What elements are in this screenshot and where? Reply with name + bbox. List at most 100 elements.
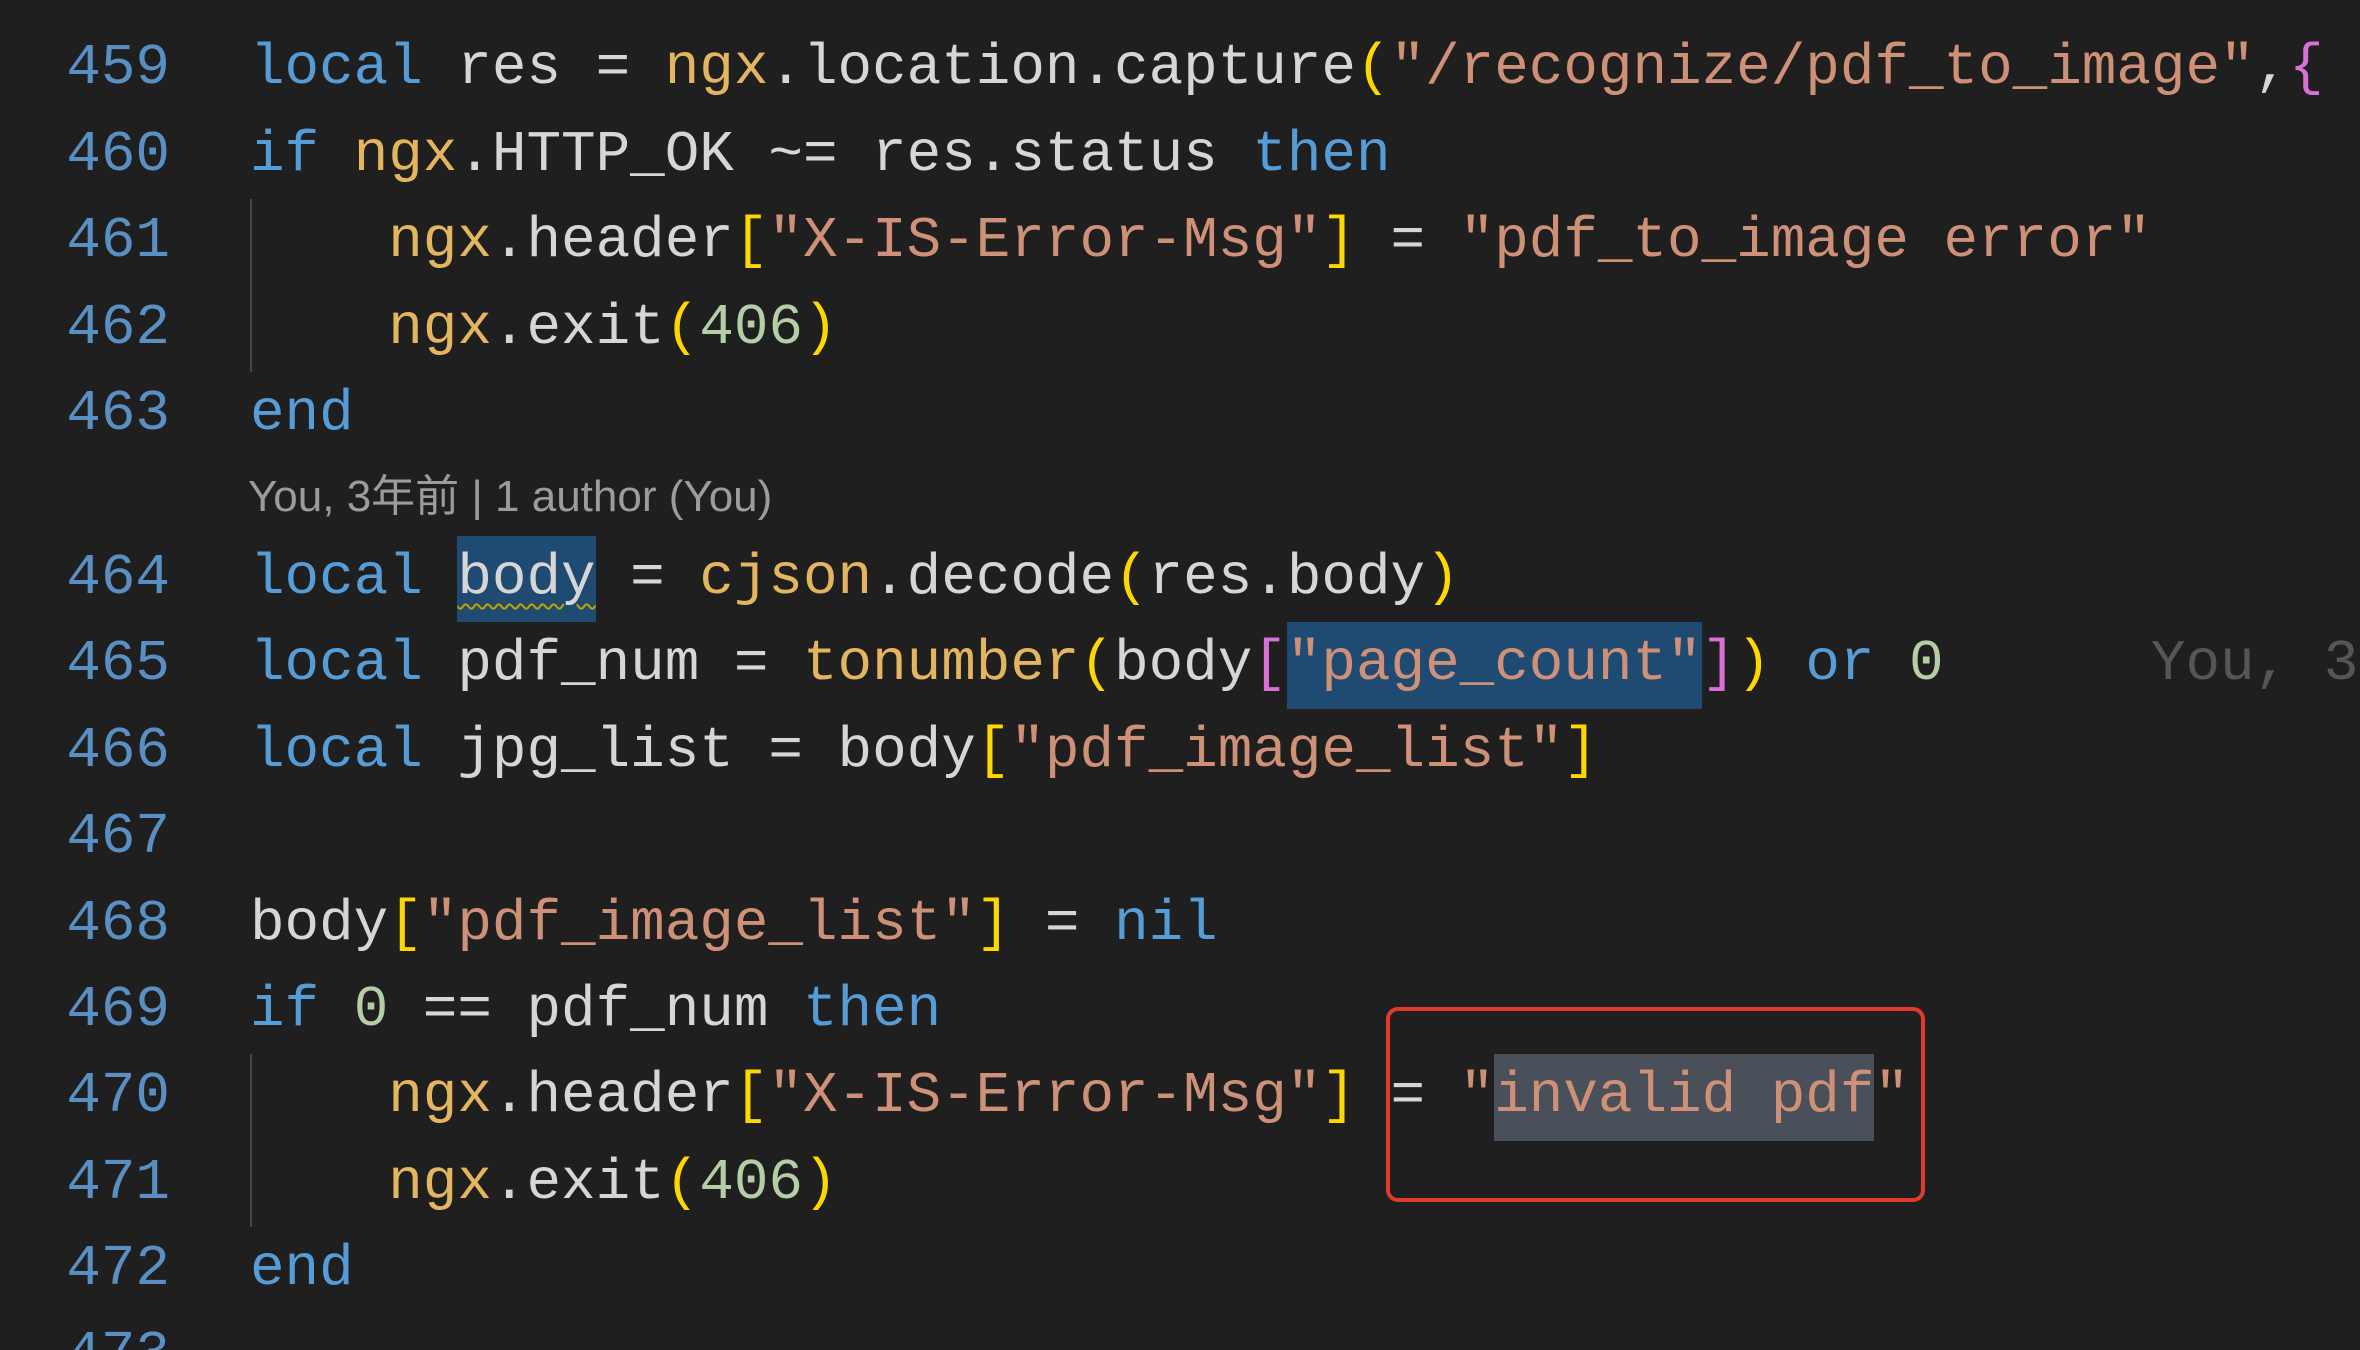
word-highlight-token[interactable]: "page_count"	[1286, 622, 1702, 709]
token-number[interactable]: 0	[1909, 632, 1944, 697]
code-line[interactable]: 473	[0, 1313, 2360, 1350]
line-number[interactable]: 465	[0, 622, 170, 708]
token-bracket-1[interactable]: [	[734, 1064, 769, 1129]
token-bracket-1[interactable]: [	[734, 209, 769, 274]
token-text[interactable]: =	[596, 546, 700, 611]
token-text[interactable]: =	[1356, 1064, 1460, 1129]
word-highlight-token[interactable]: body	[457, 535, 596, 623]
code-line[interactable]: 458	[0, 0, 2360, 26]
token-text[interactable]: jpg_list = body	[423, 719, 975, 784]
token-text[interactable]: pdf_num =	[423, 632, 803, 697]
token-text[interactable]: .exit	[492, 296, 665, 361]
token-text[interactable]: =	[1356, 209, 1460, 274]
token-bracket-1[interactable]: [	[388, 892, 423, 957]
code-editor[interactable]: 458459 local res = ngx.location.capture("…	[0, 0, 2360, 1350]
token-string[interactable]: "	[1874, 1064, 1909, 1129]
line-number[interactable]: 467	[0, 795, 170, 881]
token-text[interactable]: .exit	[492, 1151, 665, 1216]
code-line[interactable]: 461 ngx.header["X-IS-Error-Msg"] = "pdf_…	[0, 199, 2360, 285]
token-keyword[interactable]: if	[250, 978, 319, 1043]
code-line[interactable]: 464 local body = cjson.decode(res.body)	[0, 535, 2360, 623]
token-bracket-2[interactable]: [	[1252, 632, 1287, 697]
token-bracket-1[interactable]: )	[803, 1151, 838, 1216]
line-code[interactable]: end	[250, 1227, 354, 1313]
code-line[interactable]: 460 if ngx.HTTP_OK ~= res.status then	[0, 113, 2360, 199]
token-keyword[interactable]: nil	[1114, 892, 1218, 957]
token-bracket-1[interactable]: (	[1114, 546, 1149, 611]
token-bracket-1[interactable]: ]	[976, 892, 1011, 957]
token-text[interactable]: == pdf_num	[388, 978, 803, 1043]
line-code[interactable]: local res = ngx.location.capture("/recog…	[250, 26, 2324, 112]
token-keyword[interactable]: local	[250, 36, 423, 101]
line-number[interactable]: 458	[0, 0, 170, 26]
token-text[interactable]	[319, 978, 354, 1043]
line-number[interactable]: 463	[0, 372, 170, 458]
token-text[interactable]: =	[1010, 892, 1114, 957]
code-line[interactable]: 470 ngx.header["X-IS-Error-Msg"] = "inva…	[0, 1054, 2360, 1141]
token-global[interactable]: ngx	[354, 123, 458, 188]
selection-highlight-token[interactable]: invalid pdf	[1494, 1054, 1875, 1141]
code-line[interactable]: 462 ngx.exit(406)	[0, 286, 2360, 372]
code-line[interactable]: 469 if 0 == pdf_num then	[0, 968, 2360, 1054]
token-keyword[interactable]: end	[250, 1237, 354, 1302]
token-text[interactable]: .header	[492, 209, 734, 274]
code-line[interactable]: 467	[0, 795, 2360, 881]
line-number[interactable]: 466	[0, 709, 170, 795]
line-number[interactable]: 462	[0, 286, 170, 372]
token-text[interactable]: body	[1114, 632, 1252, 697]
token-bracket-1[interactable]: ]	[1563, 719, 1598, 784]
token-number[interactable]: 406	[699, 296, 803, 361]
line-number[interactable]: 468	[0, 882, 170, 968]
token-text[interactable]: body	[250, 892, 388, 957]
token-bracket-1[interactable]: (	[1080, 632, 1115, 697]
code-line[interactable]: 465 local pdf_num = tonumber(body["page_c…	[0, 622, 2360, 709]
token-string[interactable]: "pdf_image_list"	[1010, 719, 1563, 784]
token-bracket-1[interactable]: (	[665, 1151, 700, 1216]
line-code[interactable]: ngx.header["X-IS-Error-Msg"] = "invalid …	[250, 1054, 1909, 1141]
token-text[interactable]: res.body	[1149, 546, 1426, 611]
token-keyword[interactable]: then	[803, 978, 941, 1043]
token-keyword[interactable]: local	[250, 546, 423, 611]
line-code[interactable]: local body = cjson.decode(res.body)	[250, 535, 1460, 623]
token-global[interactable]: ngx	[665, 36, 769, 101]
token-string[interactable]: "/recognize/pdf_to_image"	[1391, 36, 2255, 101]
code-line[interactable]: 471 ngx.exit(406)	[0, 1141, 2360, 1227]
line-number[interactable]: 470	[0, 1054, 170, 1140]
token-text[interactable]	[1771, 632, 1806, 697]
token-number[interactable]: 0	[354, 978, 389, 1043]
token-global[interactable]: cjson	[699, 546, 872, 611]
token-bracket-1[interactable]: (	[1356, 36, 1391, 101]
token-global[interactable]: ngx	[388, 1064, 492, 1129]
line-code[interactable]: local pdf_num = tonumber(body["page_coun…	[250, 622, 2358, 709]
line-number[interactable]: 460	[0, 113, 170, 199]
token-bracket-2[interactable]: ]	[1702, 632, 1737, 697]
line-number[interactable]: 459	[0, 26, 170, 112]
token-keyword[interactable]: local	[250, 719, 423, 784]
code-line[interactable]: 472 end	[0, 1227, 2360, 1313]
token-string[interactable]: "	[1460, 1064, 1495, 1129]
token-text[interactable]: ,	[2255, 36, 2290, 101]
token-global[interactable]: ngx	[388, 209, 492, 274]
line-number[interactable]: 471	[0, 1141, 170, 1227]
line-number[interactable]: 472	[0, 1227, 170, 1313]
token-global[interactable]: ngx	[388, 1151, 492, 1216]
token-bracket-2[interactable]: {	[2289, 36, 2324, 101]
line-number[interactable]: 473	[0, 1313, 170, 1350]
token-bracket-1[interactable]: ]	[1321, 209, 1356, 274]
line-code[interactable]: if 0 == pdf_num then	[250, 968, 941, 1054]
token-bracket-1[interactable]: (	[665, 296, 700, 361]
token-text[interactable]: .decode	[872, 546, 1114, 611]
code-line[interactable]: 468 body["pdf_image_list"] = nil	[0, 882, 2360, 968]
token-string[interactable]: "pdf_to_image error"	[1460, 209, 2151, 274]
token-text[interactable]	[1874, 632, 1909, 697]
token-text[interactable]: res =	[423, 36, 665, 101]
token-text[interactable]: .HTTP_OK ~= res.status	[457, 123, 1252, 188]
inline-blame[interactable]: You, 3	[2151, 632, 2358, 697]
token-number[interactable]: 406	[699, 1151, 803, 1216]
token-text[interactable]	[319, 123, 354, 188]
token-bracket-1[interactable]: )	[1425, 546, 1460, 611]
line-code[interactable]: ngx.header["X-IS-Error-Msg"] = "pdf_to_i…	[250, 199, 2151, 285]
line-code[interactable]: body["pdf_image_list"] = nil	[250, 882, 1218, 968]
token-text[interactable]: .header	[492, 1064, 734, 1129]
token-global[interactable]: tonumber	[803, 632, 1080, 697]
